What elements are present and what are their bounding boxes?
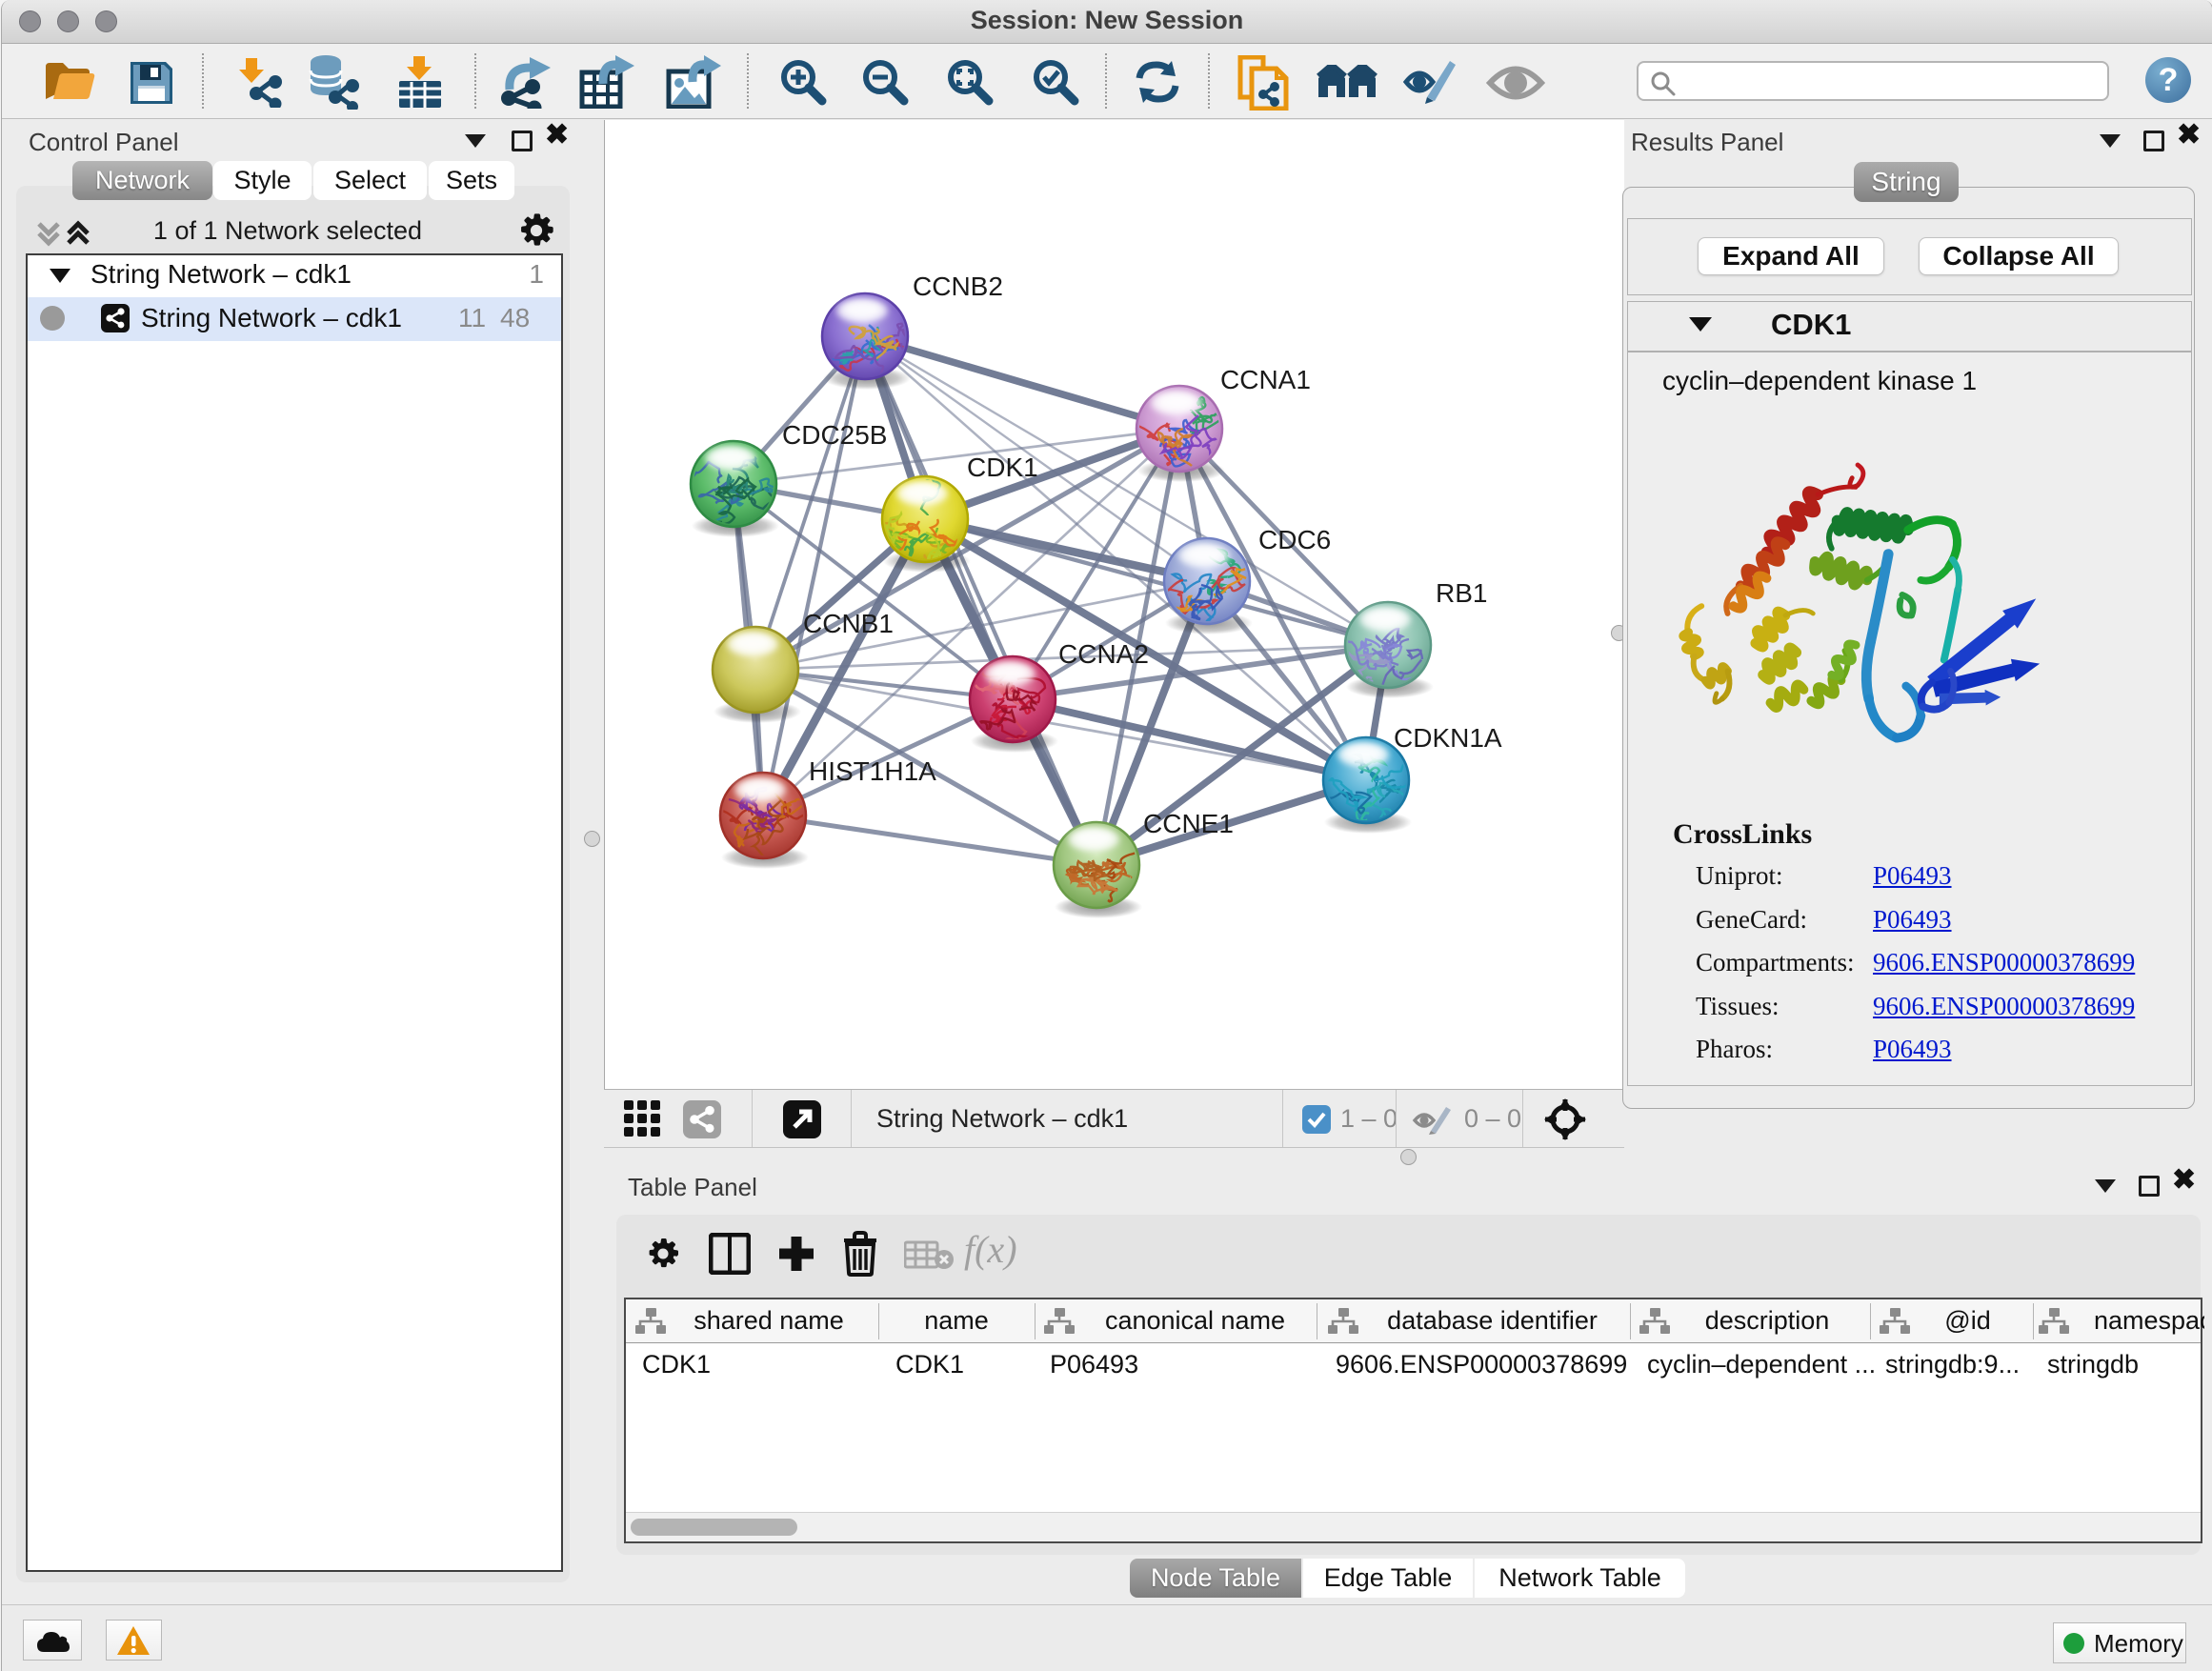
svg-text:CCNE1: CCNE1 <box>1143 809 1234 838</box>
svg-text:CCNB1: CCNB1 <box>803 609 894 638</box>
svg-text:CDC25B: CDC25B <box>782 420 887 450</box>
svg-text:CCNA1: CCNA1 <box>1220 365 1311 394</box>
svg-text:CCNA2: CCNA2 <box>1058 639 1149 669</box>
svg-text:RB1: RB1 <box>1436 578 1487 608</box>
svg-text:CDC6: CDC6 <box>1258 525 1331 554</box>
svg-text:CCNB2: CCNB2 <box>913 272 1003 301</box>
svg-text:HIST1H1A: HIST1H1A <box>809 756 936 786</box>
svg-text:CDKN1A: CDKN1A <box>1394 723 1502 753</box>
svg-text:CDK1: CDK1 <box>967 453 1038 482</box>
